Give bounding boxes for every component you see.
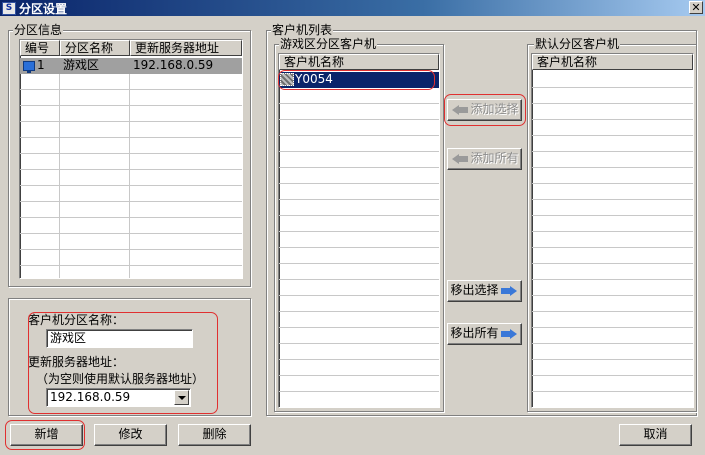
server-address-hint: （为空则使用默认服务器地址） [36,372,205,386]
server-address-select[interactable]: 192.168.0.59 [46,388,191,407]
arrow-right-icon [500,285,517,296]
default-zone-rows [532,72,693,407]
col-header-client-name[interactable]: 客户机名称 [279,54,439,70]
add-button[interactable]: 新增 [10,424,83,446]
row-server: 192.168.0.59 [133,58,214,72]
modify-button[interactable]: 修改 [94,424,167,446]
partition-info-label: 分区信息 [13,23,64,37]
arrow-left-icon [452,153,469,164]
title-bar: S 分区设置 ✕ [0,0,705,16]
row-id: 1 [37,58,45,72]
col-header-id[interactable]: 编号 [20,40,60,56]
arrow-left-icon [452,104,469,115]
delete-button[interactable]: 删除 [178,424,251,446]
partition-table-header: 编号 分区名称 更新服务器地址 [20,40,242,56]
client-computer-icon [280,73,294,86]
remove-selected-button[interactable]: 移出选择 [447,280,522,302]
partition-info-group: 分区信息 编号 分区名称 更新服务器地址 1 游戏区 192.168.0.59 [8,23,251,287]
add-all-button[interactable]: 添加所有 [447,148,522,170]
default-zone-client-list[interactable]: 客户机名称 [531,53,694,408]
list-item[interactable]: Y0054 [279,72,439,88]
client-list-label: 客户机列表 [271,23,334,37]
row-name: 游戏区 [63,58,100,72]
col-header-client-name[interactable]: 客户机名称 [532,54,693,70]
game-zone-rows: Y0054 [279,72,439,407]
close-icon[interactable]: ✕ [689,1,703,14]
arrow-right-icon [500,328,517,339]
partition-name-field[interactable]: 游戏区 [46,329,193,348]
edit-form-panel: 客户机分区名称： 游戏区 更新服务器地址： （为空则使用默认服务器地址） 192… [8,298,251,416]
partition-name-label: 客户机分区名称： [28,313,125,327]
server-address-value: 192.168.0.59 [50,390,131,404]
cancel-button[interactable]: 取消 [619,424,692,446]
partition-rows: 1 游戏区 192.168.0.59 [20,58,242,278]
table-row[interactable]: 1 游戏区 192.168.0.59 [20,58,242,74]
remove-all-button[interactable]: 移出所有 [447,323,522,345]
game-zone-label: 游戏区分区客户机 [279,37,378,51]
game-zone-group: 游戏区分区客户机 客户机名称 Y0054 [274,37,444,412]
client-name: Y0054 [295,72,333,86]
col-header-name[interactable]: 分区名称 [60,40,130,56]
window-title: 分区设置 [19,1,68,16]
default-zone-label: 默认分区客户机 [534,37,621,51]
app-icon: S [2,1,16,15]
default-zone-group: 默认分区客户机 客户机名称 [527,37,697,412]
chevron-down-icon[interactable] [174,390,189,405]
game-zone-client-list[interactable]: 客户机名称 Y0054 [278,53,440,408]
computer-icon [23,61,35,73]
partition-table[interactable]: 编号 分区名称 更新服务器地址 1 游戏区 192.168.0.59 [19,39,243,279]
server-address-label: 更新服务器地址： [28,355,125,369]
add-selected-button[interactable]: 添加选择 [447,99,522,121]
col-header-server[interactable]: 更新服务器地址 [130,40,242,56]
